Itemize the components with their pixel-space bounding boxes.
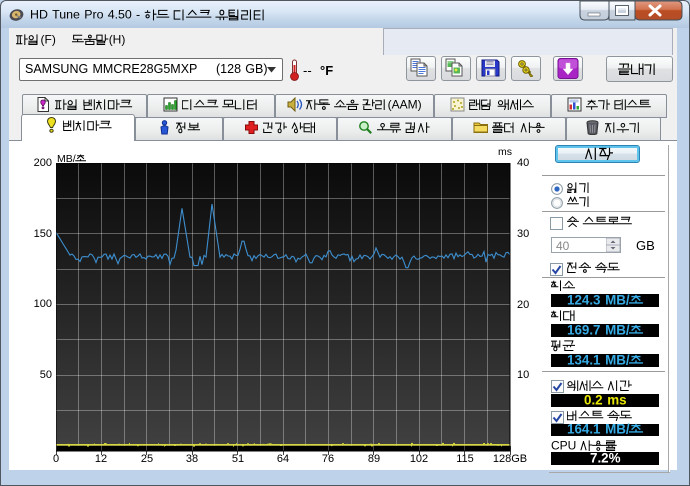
svg-text:(128: (128	[216, 62, 241, 76]
svg-text:MMCRE28G5MXP: MMCRE28G5MXP	[93, 62, 198, 76]
svg-text:MB/: MB/	[605, 353, 630, 368]
svg-text:MB/: MB/	[57, 153, 76, 165]
svg-text:Tune: Tune	[52, 8, 80, 22]
svg-text:(H): (H)	[109, 33, 126, 46]
svg-text:169.7: 169.7	[567, 323, 601, 338]
svg-text:MB/: MB/	[605, 293, 630, 308]
svg-text:4.50: 4.50	[108, 8, 132, 22]
svg-text:0.2: 0.2	[584, 393, 603, 408]
svg-text:SAMSUNG: SAMSUNG	[25, 62, 88, 76]
svg-text:GB): GB)	[245, 62, 267, 76]
svg-text:134.1: 134.1	[567, 353, 601, 368]
svg-text:164.1: 164.1	[567, 422, 601, 437]
svg-text:CPU: CPU	[551, 439, 576, 452]
svg-text:ms: ms	[607, 393, 626, 408]
svg-text:MB/: MB/	[605, 323, 630, 338]
svg-text:7.2%: 7.2%	[590, 451, 621, 466]
svg-text:(AAM): (AAM)	[388, 98, 422, 111]
svg-text:HD: HD	[30, 8, 48, 22]
svg-text:(F): (F)	[41, 33, 56, 46]
svg-text:124.3: 124.3	[567, 293, 601, 308]
svg-text:MB/: MB/	[605, 422, 630, 437]
svg-text:Pro: Pro	[84, 8, 103, 22]
svg-text:-: -	[136, 8, 140, 22]
